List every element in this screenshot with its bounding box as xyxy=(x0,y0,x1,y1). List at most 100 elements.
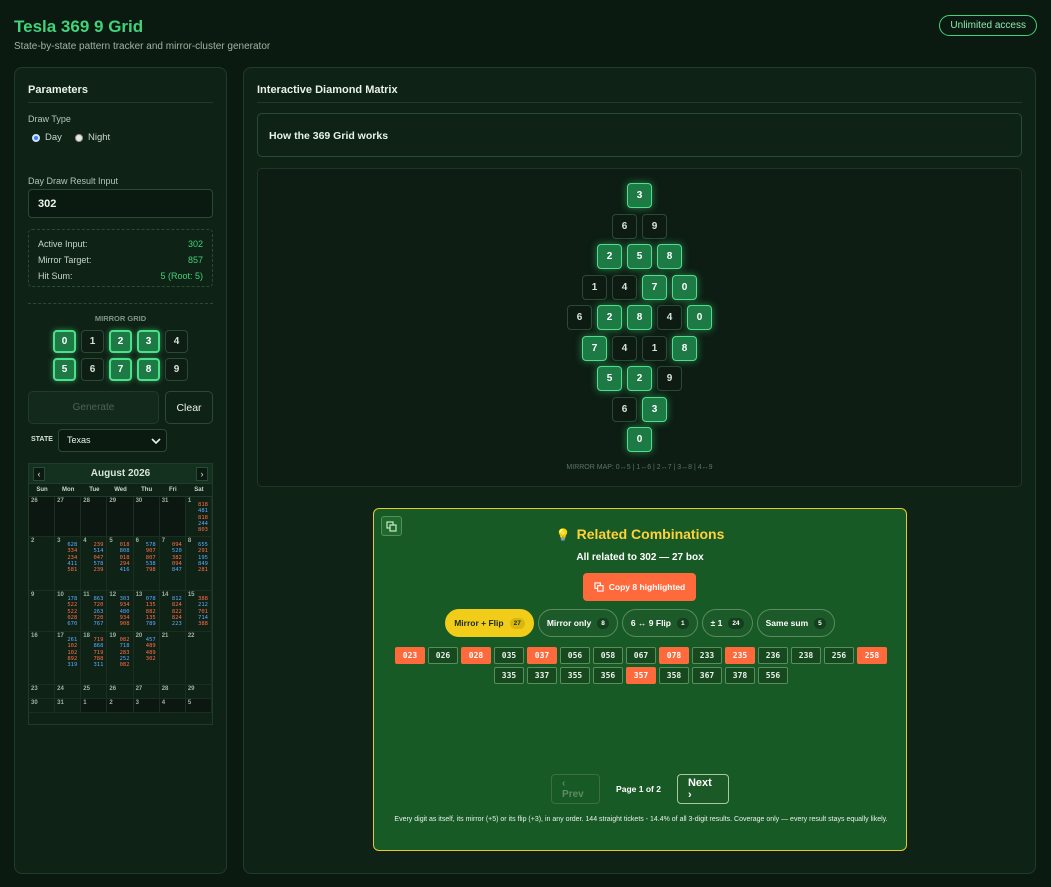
calendar-day[interactable]: 23 xyxy=(29,685,56,699)
calendar-day[interactable]: 15 388 212 701 714 388 xyxy=(185,591,212,632)
calendar-day[interactable]: 30 xyxy=(133,497,160,537)
calendar-day[interactable]: 4 239 514 047 578 239 xyxy=(81,537,108,591)
calendar-day[interactable]: 5 018 808 018 294 416 xyxy=(107,537,134,591)
calendar-day[interactable]: 20 457 489 489 302 xyxy=(133,632,160,685)
matrix-cell[interactable]: 2 xyxy=(597,244,622,269)
matrix-cell[interactable]: 6 xyxy=(567,305,592,330)
result-input[interactable]: 302 xyxy=(28,189,213,218)
combination-chip[interactable]: 256 xyxy=(824,647,854,664)
matrix-cell[interactable]: 4 xyxy=(612,335,637,361)
combination-chip[interactable]: 355 xyxy=(560,667,590,684)
filter-chip[interactable]: 6 ↔ 9 Flip 1 xyxy=(621,609,698,637)
matrix-cell[interactable]: 0 xyxy=(672,274,697,300)
calendar-next-button[interactable]: › xyxy=(196,466,208,481)
matrix-cell[interactable]: 1 xyxy=(642,335,667,361)
access-badge[interactable]: Unlimited access xyxy=(939,15,1037,36)
combination-chip[interactable]: 058 xyxy=(593,647,623,664)
combination-chip[interactable]: 335 xyxy=(494,667,524,684)
calendar-day[interactable]: 26 xyxy=(107,685,134,699)
matrix-cell[interactable]: 8 xyxy=(657,244,682,269)
mirror-grid-cell[interactable]: 3 xyxy=(137,330,160,353)
mirror-grid-cell[interactable]: 6 xyxy=(81,358,104,381)
filter-chip[interactable]: Mirror + Flip 27 xyxy=(445,609,534,637)
matrix-cell[interactable]: 0 xyxy=(687,305,712,330)
calendar-day[interactable]: 10 178 522 522 028 670 xyxy=(55,591,82,632)
matrix-cell[interactable]: 9 xyxy=(657,366,682,391)
matrix-cell[interactable]: 2 xyxy=(627,366,652,391)
combination-chip[interactable]: 023 xyxy=(395,647,425,664)
calendar-day[interactable]: 2 xyxy=(29,537,56,591)
matrix-cell[interactable]: 7 xyxy=(582,335,607,361)
filter-chip[interactable]: Mirror only 8 xyxy=(537,609,618,637)
calendar-day[interactable]: 5 xyxy=(185,699,212,713)
matrix-cell[interactable]: 4 xyxy=(657,305,682,330)
combination-chip[interactable]: 357 xyxy=(626,667,656,684)
combination-chip[interactable]: 037 xyxy=(527,647,557,664)
calendar-day[interactable]: 29 xyxy=(107,497,134,537)
combination-chip[interactable]: 356 xyxy=(593,667,623,684)
calendar-day[interactable]: 7 094 520 382 094 847 xyxy=(159,537,186,591)
calendar-day[interactable]: 1 xyxy=(81,699,108,713)
calendar-day[interactable]: 25 xyxy=(81,685,108,699)
calendar-day[interactable]: 6 578 907 807 538 798 xyxy=(133,537,160,591)
calendar-day[interactable]: 3 628 334 234 411 581 xyxy=(55,537,82,591)
matrix-cell[interactable]: 7 xyxy=(642,274,667,300)
matrix-cell[interactable]: 9 xyxy=(642,213,667,239)
generate-button[interactable]: Generate xyxy=(28,391,159,424)
combination-chip[interactable]: 378 xyxy=(725,667,755,684)
combination-chip[interactable]: 028 xyxy=(461,647,491,664)
calendar-day[interactable]: 4 xyxy=(159,699,186,713)
mirror-grid-cell[interactable]: 4 xyxy=(165,330,188,353)
next-page-button[interactable]: Next › xyxy=(676,774,729,804)
day-radio[interactable]: Day xyxy=(32,132,62,143)
calendar-day[interactable]: 26 xyxy=(29,497,56,537)
matrix-cell[interactable]: 8 xyxy=(627,305,652,330)
mirror-grid-cell[interactable]: 0 xyxy=(53,330,76,353)
night-radio[interactable]: Night xyxy=(75,132,110,143)
mirror-grid-cell[interactable]: 9 xyxy=(165,358,188,381)
mirror-grid-cell[interactable]: 5 xyxy=(53,358,76,381)
mirror-grid-cell[interactable]: 7 xyxy=(109,358,132,381)
calendar-day[interactable]: 17 261 102 102 892 319 xyxy=(55,632,82,685)
calendar-day[interactable]: 29 xyxy=(185,685,212,699)
matrix-cell[interactable]: 6 xyxy=(612,213,637,239)
combination-chip[interactable]: 258 xyxy=(857,647,887,664)
calendar-day[interactable]: 24 xyxy=(55,685,82,699)
calendar-day[interactable]: 18 719 868 719 788 311 xyxy=(81,632,108,685)
prev-page-button[interactable]: ‹ Prev xyxy=(551,774,601,804)
filter-chip[interactable]: Same sum 5 xyxy=(756,609,835,637)
state-select[interactable]: Texas xyxy=(58,429,167,452)
matrix-cell[interactable]: 8 xyxy=(672,335,697,361)
matrix-cell[interactable]: 1 xyxy=(582,274,607,300)
calendar-day[interactable]: 30 xyxy=(29,699,56,713)
calendar-day[interactable]: 16 xyxy=(29,632,56,685)
matrix-cell[interactable]: 4 xyxy=(612,274,637,300)
combination-chip[interactable]: 035 xyxy=(494,647,524,664)
calendar-day[interactable]: 8 655 291 195 849 281 xyxy=(185,537,212,591)
matrix-cell[interactable]: 2 xyxy=(597,305,622,330)
calendar-day[interactable]: 28 xyxy=(159,685,186,699)
calendar-day[interactable]: 27 xyxy=(133,685,160,699)
copy-highlighted-button[interactable]: Copy 8 highlighted xyxy=(583,573,696,601)
calendar-day[interactable]: 27 xyxy=(55,497,82,537)
combination-chip[interactable]: 236 xyxy=(758,647,788,664)
calendar-day[interactable]: 28 xyxy=(81,497,108,537)
how-it-works-toggle[interactable]: How the 369 Grid works xyxy=(257,113,1022,157)
combination-chip[interactable]: 358 xyxy=(659,667,689,684)
mirror-grid-cell[interactable]: 1 xyxy=(81,330,104,353)
matrix-cell[interactable]: 3 xyxy=(627,183,652,208)
calendar-day[interactable]: 1 818 481 818 244 803 xyxy=(185,497,212,537)
combination-chip[interactable]: 078 xyxy=(659,647,689,664)
calendar-day[interactable]: 2 xyxy=(107,699,134,713)
calendar-day[interactable]: 14 812 824 822 824 223 xyxy=(159,591,186,632)
calendar-day[interactable]: 12 303 934 480 934 908 xyxy=(107,591,134,632)
calendar-day[interactable]: 13 078 135 882 135 789 xyxy=(133,591,160,632)
mirror-grid-cell[interactable]: 2 xyxy=(109,330,132,353)
calendar-day[interactable]: 11 863 720 263 720 767 xyxy=(81,591,108,632)
calendar-day[interactable]: 9 xyxy=(29,591,56,632)
calendar-day[interactable]: 21 xyxy=(159,632,186,685)
clear-button[interactable]: Clear xyxy=(165,391,213,424)
combination-chip[interactable]: 067 xyxy=(626,647,656,664)
matrix-cell[interactable]: 5 xyxy=(597,366,622,391)
combination-chip[interactable]: 233 xyxy=(692,647,722,664)
